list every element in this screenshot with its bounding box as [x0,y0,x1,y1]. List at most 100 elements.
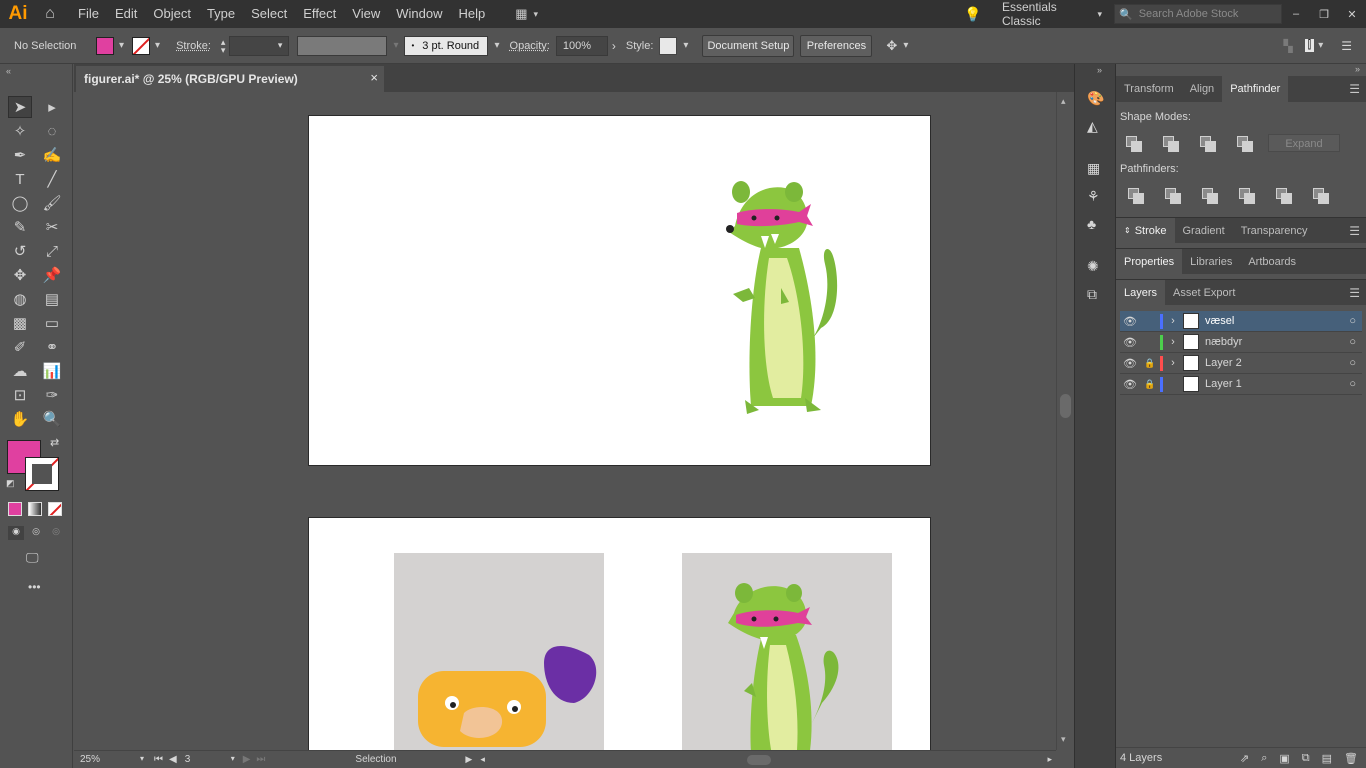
magic-wand-icon[interactable]: ✧ [8,120,32,142]
layer-name[interactable]: næbdyr [1205,336,1315,348]
type-tool-icon[interactable]: T [8,168,32,190]
stroke-color-box[interactable] [25,457,59,491]
layer-name[interactable]: Layer 1 [1205,378,1315,390]
brushes-icon[interactable]: ⚘ [1087,188,1100,205]
next-artboard-icon[interactable]: ▶ [243,754,251,765]
last-artboard-icon[interactable]: ⏭ [256,754,265,765]
line-tool-icon[interactable]: ╱ [40,168,64,190]
stroke-swatch[interactable] [132,36,151,55]
status-menu-icon[interactable]: ▶ [465,754,472,765]
mesh-tool-icon[interactable]: ▩ [8,312,32,334]
eye-icon[interactable]: 👁 [1120,357,1140,370]
target-icon[interactable]: ○ [1349,378,1356,390]
menu-object[interactable]: Object [145,0,199,28]
tab-layers[interactable]: Layers [1116,280,1166,305]
preferences-button[interactable]: Preferences [800,34,873,57]
weasel-photo[interactable] [682,553,892,750]
scissors-icon[interactable]: ✂ [40,216,64,238]
prev-artboard-icon[interactable]: ◀ [169,754,177,765]
eye-icon[interactable]: 👁 [1120,315,1140,328]
export-icon[interactable]: ⇗ [1240,752,1249,765]
tab-libraries[interactable]: Libraries [1182,249,1240,274]
collapse-icon[interactable]: » [1097,65,1102,75]
scroll-right-icon[interactable]: ▸ [1047,754,1052,765]
chevron-down-icon[interactable]: ▾ [393,40,398,51]
eye-icon[interactable]: 👁 [1120,336,1140,349]
appearance-icon[interactable]: ⧉ [1087,286,1097,303]
graph-tool-icon[interactable]: 📊 [40,360,64,382]
collapse-icon[interactable]: « [6,66,11,76]
scroll-left-icon[interactable]: ◂ [480,754,485,765]
tab-align[interactable]: Align [1182,76,1222,102]
intersect-icon[interactable] [1200,136,1216,152]
blend-tool-icon[interactable]: ⚭ [40,336,64,358]
paintbrush-icon[interactable]: 🖌 [40,192,64,214]
layer-name[interactable]: væsel [1205,315,1315,327]
target-icon[interactable]: ○ [1349,315,1356,327]
chevron-right-icon[interactable]: › [1163,315,1183,327]
align-options-icon[interactable]: ▚ [1283,39,1292,53]
slice-tool-icon[interactable]: ✑ [40,384,64,406]
layer-row[interactable]: 👁 🔒 › Layer 2 ○ [1120,353,1362,374]
menu-icon[interactable]: ☰ [1341,39,1352,53]
pen-tool-icon[interactable]: ✒ [8,144,32,166]
lock-icon[interactable]: 🔒 [1140,358,1160,369]
layer-row[interactable]: 👁 🔒 Layer 1 ○ [1120,374,1362,395]
ellipse-tool-icon[interactable]: ◯ [8,192,32,214]
zoom-select[interactable]: 25% ▾ [80,754,144,765]
artboard-2[interactable] [308,517,931,750]
swap-fill-stroke-icon[interactable]: ⇄ [50,436,59,449]
minus-front-icon[interactable] [1163,136,1179,152]
symbol-sprayer-icon[interactable]: ☁ [8,360,32,382]
close-icon[interactable]: ✕ [1338,8,1366,21]
tab-transform[interactable]: Transform [1116,76,1182,102]
curvature-tool-icon[interactable]: ✍ [40,144,64,166]
chevron-down-icon[interactable]: ▾ [683,40,688,51]
weasel-illustration[interactable] [721,178,861,418]
document-setup-button[interactable]: Document Setup [702,34,795,57]
target-icon[interactable]: ○ [1349,336,1356,348]
panel-menu-icon[interactable]: ☰ [1349,224,1360,238]
draw-behind-icon[interactable]: ◎ [28,526,44,540]
chevron-right-icon[interactable]: › [1163,336,1183,348]
tab-transparency[interactable]: Transparency [1233,218,1316,243]
divide-icon[interactable] [1128,188,1144,204]
layer-row[interactable]: 👁 › næbdyr ○ [1120,332,1362,353]
perspective-grid-icon[interactable]: ▤ [40,288,64,310]
graphic-styles-icon[interactable]: ✺ [1087,258,1099,275]
puppet-warp-icon[interactable]: ✥ [8,264,32,286]
lasso-icon[interactable]: ◌ [40,120,64,142]
menu-select[interactable]: Select [243,0,295,28]
panel-menu-icon[interactable]: ☰ [1349,82,1360,96]
gradient-mode-button[interactable] [28,502,42,516]
minus-back-icon[interactable] [1313,188,1329,204]
artboard-tool-icon[interactable]: ⊡ [8,384,32,406]
tab-stroke[interactable]: ⇕ Stroke [1116,218,1175,243]
document-tab[interactable]: figurer.ai* @ 25% (RGB/GPU Preview) × [76,66,384,92]
vertical-scrollbar[interactable]: ▴ ▾ [1056,92,1074,750]
workspace-switcher[interactable]: Essentials Classic ▾ [998,0,1106,28]
exclude-icon[interactable] [1237,136,1253,152]
artboard-1[interactable] [308,115,931,466]
minimize-icon[interactable]: – [1282,8,1310,20]
delete-icon[interactable]: 🗑 [1344,752,1358,765]
menu-view[interactable]: View [344,0,388,28]
selection-tool-icon[interactable]: ➤ [8,96,32,118]
tab-pathfinder[interactable]: Pathfinder [1222,76,1289,102]
menu-help[interactable]: Help [450,0,493,28]
outline-icon[interactable] [1276,188,1292,204]
platypus-photo[interactable] [394,553,604,750]
horizontal-scroll-thumb[interactable] [746,754,771,765]
scroll-thumb[interactable] [1060,394,1071,418]
brush-definition[interactable]: • 3 pt. Round [404,35,489,56]
panel-menu-icon[interactable]: ☰ [1349,286,1360,300]
lock-icon[interactable]: 🔒 [1140,379,1160,390]
draw-normal-icon[interactable]: ◉ [8,526,24,540]
collapse-icon[interactable]: » [1355,64,1360,74]
chevron-down-icon[interactable]: ▾ [155,40,160,51]
restore-icon[interactable]: ❐ [1310,8,1338,21]
target-icon[interactable]: ○ [1349,357,1356,369]
layer-row[interactable]: 👁 › væsel ○ [1120,311,1362,332]
menu-type[interactable]: Type [199,0,243,28]
trim-icon[interactable] [1165,188,1181,204]
